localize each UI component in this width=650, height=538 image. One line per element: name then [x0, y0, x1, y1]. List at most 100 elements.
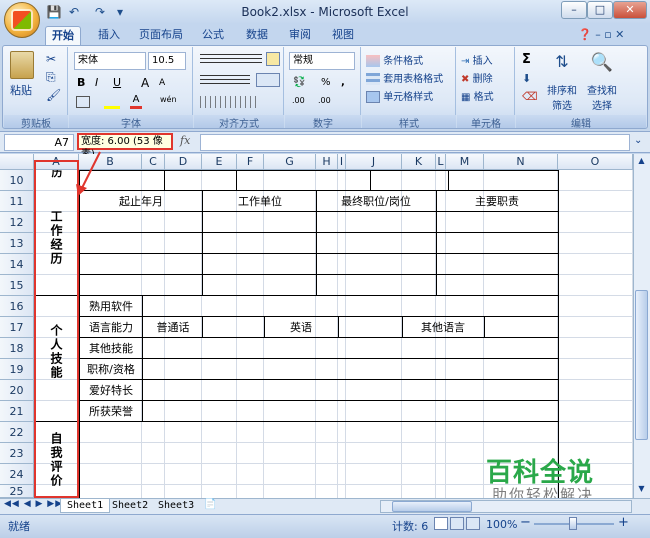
normal-view-icon[interactable] — [434, 517, 448, 530]
number-format-select[interactable]: 常规 — [289, 52, 355, 70]
tab-page-layout[interactable]: 页面布局 — [133, 26, 189, 46]
row-header-22[interactable]: 22 — [0, 422, 34, 443]
row-header-10[interactable]: 10 — [0, 170, 34, 191]
row-header-23[interactable]: 23 — [0, 443, 34, 464]
column-header-m[interactable]: M — [446, 154, 484, 170]
row-header-20[interactable]: 20 — [0, 380, 34, 401]
table-format-button[interactable]: 套用表格格式 — [366, 70, 443, 85]
vertical-align-icons[interactable] — [200, 54, 262, 66]
paste-button[interactable]: 粘贴 — [10, 82, 32, 98]
horizontal-scroll-thumb[interactable] — [392, 501, 472, 512]
scroll-down-icon[interactable]: ▼ — [635, 484, 648, 496]
clear-icon[interactable]: ⌫ — [522, 90, 538, 103]
italic-button[interactable]: I — [94, 74, 108, 92]
zoom-out-button[interactable]: − — [520, 515, 531, 530]
shrink-font-button[interactable]: A — [158, 74, 172, 92]
column-header-c[interactable]: C — [142, 154, 165, 170]
font-color-icon[interactable]: A — [130, 95, 142, 109]
increase-decimal-button[interactable]: .00 — [292, 96, 305, 105]
column-header-i[interactable]: I — [338, 154, 346, 170]
select-all-button[interactable] — [0, 154, 34, 170]
column-header-h[interactable]: H — [316, 154, 338, 170]
insert-cells-button[interactable]: ⇥ 插入 — [461, 52, 493, 67]
column-header-e[interactable]: E — [202, 154, 237, 170]
font-name-select[interactable]: 宋体 — [74, 52, 146, 70]
fill-color-icon[interactable] — [104, 95, 120, 109]
zoom-in-button[interactable]: + — [618, 515, 629, 530]
tab-insert[interactable]: 插入 — [92, 26, 126, 46]
row-header-24[interactable]: 24 — [0, 464, 34, 485]
find-select-button[interactable]: 查找和 选择 — [582, 82, 622, 112]
merge-center-icon[interactable] — [256, 73, 280, 87]
zoom-level[interactable]: 100% — [486, 518, 517, 531]
vertical-scroll-thumb[interactable] — [635, 290, 648, 440]
comma-button[interactable]: , — [340, 74, 350, 92]
name-box[interactable]: A7 — [4, 134, 74, 151]
indent-icons[interactable] — [200, 96, 260, 108]
page-break-view-icon[interactable] — [466, 517, 480, 530]
autosum-button[interactable]: Σ — [522, 52, 531, 67]
border-icon[interactable] — [76, 96, 90, 108]
column-header-d[interactable]: D — [165, 154, 202, 170]
maximize-button[interactable]: □ — [587, 1, 613, 19]
sort-filter-button[interactable]: 排序和 筛选 — [544, 82, 580, 112]
format-painter-icon[interactable]: 🖌 — [46, 88, 61, 102]
phonetic-button[interactable]: wén — [160, 95, 177, 104]
formula-input[interactable] — [200, 134, 630, 151]
row-header-17[interactable]: 17 — [0, 317, 34, 338]
percent-button[interactable]: % — [320, 74, 334, 92]
tab-review[interactable]: 审阅 — [283, 26, 317, 46]
sheet-tab-1[interactable]: Sheet1 — [60, 499, 111, 513]
row-header-19[interactable]: 19 — [0, 359, 34, 380]
row-header-18[interactable]: 18 — [0, 338, 34, 359]
paste-icon[interactable] — [10, 51, 34, 79]
tab-data[interactable]: 数据 — [240, 26, 274, 46]
grow-font-button[interactable]: A — [140, 74, 154, 92]
tab-view[interactable]: 视图 — [326, 26, 360, 46]
row-header-21[interactable]: 21 — [0, 401, 34, 422]
column-header-o[interactable]: O — [558, 154, 633, 170]
underline-button[interactable]: U — [112, 74, 126, 92]
expand-formula-icon[interactable]: ⌄ — [634, 135, 642, 146]
sheet-nav-icons[interactable]: ◀◀ ◀ ▶ ▶▶ — [4, 499, 63, 509]
format-cells-button[interactable]: ▦ 格式 — [461, 88, 494, 103]
row-header-25[interactable]: 25 — [0, 485, 34, 498]
horizontal-align-icons[interactable] — [200, 75, 250, 87]
column-header-k[interactable]: K — [402, 154, 436, 170]
fill-icon[interactable]: ⬇ — [522, 72, 531, 85]
tab-formulas[interactable]: 公式 — [196, 26, 230, 46]
close-button[interactable]: ✕ — [613, 1, 647, 19]
cut-icon[interactable]: ✂ — [46, 52, 56, 66]
insert-function-button[interactable]: fx — [180, 134, 196, 150]
copy-icon[interactable]: ⎘ — [46, 70, 56, 85]
page-layout-view-icon[interactable] — [450, 517, 464, 530]
column-header-l[interactable]: L — [436, 154, 446, 170]
decrease-decimal-button[interactable]: .00 — [318, 96, 331, 105]
row-header-13[interactable]: 13 — [0, 233, 34, 254]
column-header-n[interactable]: N — [484, 154, 558, 170]
column-header-g[interactable]: G — [264, 154, 316, 170]
scroll-up-icon[interactable]: ▲ — [635, 156, 648, 168]
insert-sheet-icon[interactable]: 📄 — [204, 499, 216, 510]
cell-style-button[interactable]: 单元格样式 — [366, 88, 433, 103]
minimize-button[interactable]: – — [561, 1, 587, 19]
zoom-slider-thumb[interactable] — [569, 517, 577, 530]
column-header-f[interactable]: F — [237, 154, 264, 170]
office-button[interactable] — [4, 2, 40, 38]
row-header-16[interactable]: 16 — [0, 296, 34, 317]
bold-button[interactable]: B — [76, 74, 90, 92]
row-header-15[interactable]: 15 — [0, 275, 34, 296]
font-size-select[interactable]: 10.5 — [148, 52, 186, 70]
sheet-tab-3[interactable]: Sheet3 — [152, 499, 200, 513]
column-header-j[interactable]: J — [346, 154, 402, 170]
currency-icon[interactable]: 💱 — [292, 74, 312, 92]
tab-home[interactable]: 开始 — [45, 26, 81, 46]
sheet-tab-2[interactable]: Sheet2 — [106, 499, 154, 513]
row-header-14[interactable]: 14 — [0, 254, 34, 275]
delete-cells-button[interactable]: ✖ 删除 — [461, 70, 493, 85]
help-icon[interactable]: ❓ – ▫ ✕ — [578, 28, 624, 41]
conditional-format-button[interactable]: 条件格式 — [366, 52, 423, 67]
row-header-11[interactable]: 11 — [0, 191, 34, 212]
wrap-text-icon[interactable] — [266, 52, 280, 66]
row-header-12[interactable]: 12 — [0, 212, 34, 233]
